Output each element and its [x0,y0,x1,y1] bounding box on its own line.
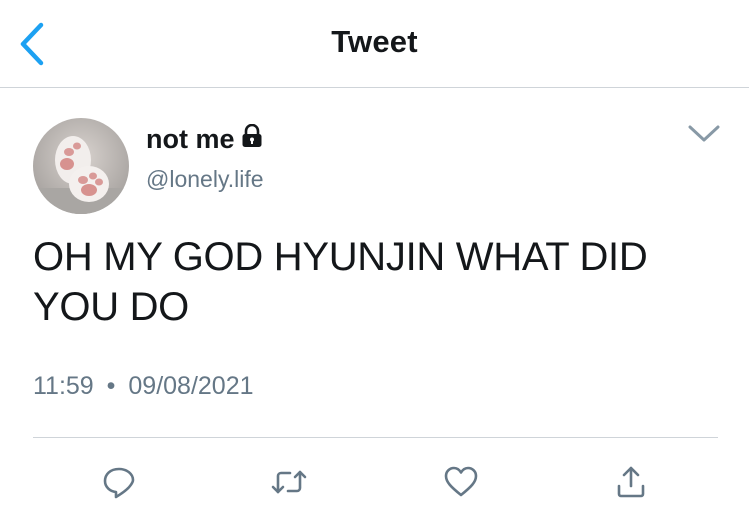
author-name-row[interactable]: not me [146,123,263,155]
chevron-down-icon [688,125,720,142]
page-title: Tweet [331,24,418,59]
avatar[interactable] [33,118,129,214]
retweet-button[interactable] [269,462,309,502]
divider [33,437,718,438]
like-button[interactable] [441,462,481,502]
tweet-date: 09/08/2021 [128,372,254,400]
author-display-name[interactable]: not me [146,124,235,155]
tweet-text: OH MY GOD HYUNJIN WHAT DID YOU DO [33,235,648,329]
tweet-timestamp[interactable]: 11:59 • 09/08/2021 [33,372,254,401]
share-button[interactable] [611,462,651,502]
avatar-image [33,118,129,214]
reply-icon [103,467,135,499]
more-options-button[interactable] [684,118,724,150]
lock-icon [241,123,263,153]
retweet-icon [271,470,307,494]
tweet-detail-screen: Tweet not me @lonely.life OH MY GOD HYUN… [0,0,749,520]
reply-button[interactable] [99,462,139,502]
tweet-time: 11:59 [33,372,94,400]
author-handle[interactable]: @lonely.life [146,166,264,193]
navigation-bar: Tweet [0,0,749,88]
like-icon [444,466,478,497]
meta-separator: • [106,372,116,400]
share-icon [617,466,645,498]
